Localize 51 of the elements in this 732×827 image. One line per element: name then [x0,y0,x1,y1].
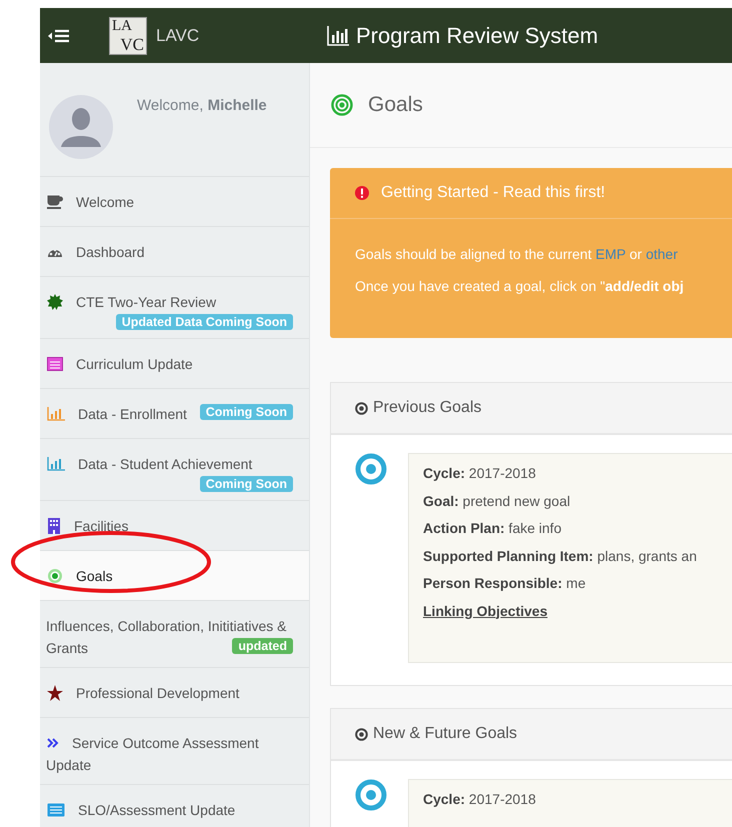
list-icon [47,356,63,371]
page-title: Goals [368,93,423,117]
status-badge: Coming Soon [200,476,293,492]
sidebar-item[interactable]: Curriculum Update [40,339,309,389]
brand-name: LAVC [156,26,200,46]
panel-title: Previous Goals [373,399,482,417]
alert-title: Getting Started - Read this first! [381,184,606,202]
panel-title: New & Future Goals [373,725,518,743]
timeline-marker-icon [355,779,387,811]
alert-text: Once you have created a goal, click on "add/edit obj [355,277,685,296]
building-icon [47,518,61,534]
goal-field: Cycle: 2017-2018 [423,786,732,814]
goal-field: Supported Planning Item: plans, grants an [423,542,732,570]
star-icon [47,684,63,701]
app-title: Program Review System [356,22,598,48]
logo[interactable]: LA VC [109,16,147,54]
goal-field: Action Plan: fake info [423,515,732,542]
avatar-silhouette-icon [49,95,113,159]
dot-circle-icon [355,402,368,414]
exclamation-icon [355,186,369,200]
sidebar-item[interactable]: SLO/Assessment Update [40,785,309,827]
bar-chart-icon [47,406,65,421]
status-badge: Updated Data Coming Soon [116,314,293,330]
sidebar-item[interactable]: Welcome [40,177,309,227]
sidebar-item[interactable]: Goals [40,551,309,601]
bar-chart-icon [327,26,349,46]
linking-objectives-link[interactable]: Linking Objectives [423,598,548,625]
sidebar-item[interactable]: Service Outcome Assessment Update [40,718,309,785]
double-chevron-icon [47,738,59,748]
timeline-marker-icon [355,453,387,485]
alert-text: Goals should be aligned to the current EMP or other [355,245,679,264]
starburst-icon [47,294,63,310]
status-badge: Coming Soon [200,404,293,420]
welcome-text: Welcome, Michelle [137,97,267,114]
target-icon [331,94,353,116]
mug-icon [47,194,63,209]
sidebar-item[interactable]: Professional Development [40,668,309,718]
list-icon [47,802,65,817]
goal-field: Goal: pretend new goal [423,488,732,515]
target-icon [47,568,63,584]
bar-chart-icon [47,456,65,471]
menu-icon[interactable] [48,28,70,42]
sidebar-item[interactable]: Dashboard [40,227,309,277]
goal-field: Person Responsible: me [423,570,732,598]
sidebar-item[interactable]: Data - Enrollment Coming Soon [40,389,309,439]
goal-field: Cycle: 2017-2018 [423,460,732,488]
sidebar-item[interactable]: Data - Student Achievement Coming Soon [40,439,309,501]
sidebar-item[interactable]: CTE Two-Year Review Updated Data Coming Soon [40,277,309,339]
sidebar-item[interactable]: Influences, Collaboration, Inititiatives & Grants updated [40,601,309,668]
status-badge: updated [232,638,293,654]
dot-circle-icon [355,728,368,740]
